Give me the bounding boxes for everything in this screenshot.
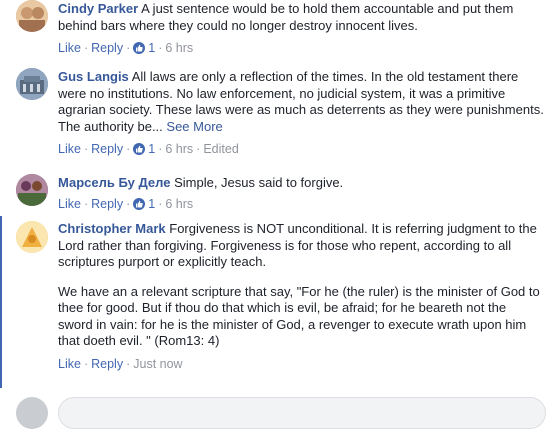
comment-actions: Like · Reply · 1 · 6 hrs · Edited bbox=[58, 142, 239, 156]
reply-button[interactable]: Reply bbox=[91, 41, 123, 55]
like-count-icon[interactable] bbox=[133, 197, 146, 210]
reply-input[interactable] bbox=[58, 397, 546, 429]
comment-time[interactable]: 6 hrs bbox=[165, 142, 193, 156]
reply-button[interactable]: Reply bbox=[91, 142, 123, 156]
comment-author[interactable]: Christopher Mark bbox=[58, 221, 166, 236]
like-button[interactable]: Like bbox=[58, 197, 81, 211]
like-button[interactable]: Like bbox=[58, 142, 81, 156]
avatar[interactable] bbox=[16, 174, 48, 206]
reply-avatar bbox=[16, 397, 48, 429]
avatar[interactable] bbox=[16, 221, 48, 253]
comment-text: Simple, Jesus said to forgive. bbox=[174, 175, 344, 190]
comment-actions: Like · Reply · 1 · 6 hrs bbox=[58, 41, 194, 55]
comment-author[interactable]: Gus Langis bbox=[58, 69, 129, 84]
like-count-icon[interactable] bbox=[133, 143, 146, 155]
comment-text: All laws are only a reflection of the ti… bbox=[58, 69, 544, 134]
see-more-link[interactable]: See More bbox=[166, 119, 222, 134]
comment-author[interactable]: Марсель Бу Деле bbox=[58, 175, 170, 190]
edited-label[interactable]: Edited bbox=[203, 142, 238, 156]
like-button[interactable]: Like bbox=[58, 357, 81, 371]
like-count-icon[interactable] bbox=[133, 42, 146, 54]
comment-actions: Like · Reply · Just now bbox=[58, 356, 183, 371]
avatar[interactable] bbox=[16, 68, 48, 100]
comment-time[interactable]: 6 hrs bbox=[165, 41, 193, 55]
reply-button[interactable]: Reply bbox=[91, 357, 123, 371]
avatar[interactable] bbox=[16, 0, 48, 32]
comment-author[interactable]: Cindy Parker bbox=[58, 1, 138, 16]
new-comment-indicator bbox=[0, 216, 2, 388]
like-button[interactable]: Like bbox=[58, 41, 81, 55]
comment-text-paragraph: We have an a relevant scripture that say… bbox=[58, 283, 540, 349]
comment-time[interactable]: Just now bbox=[133, 357, 182, 371]
comment-time[interactable]: 6 hrs bbox=[165, 197, 193, 211]
reply-button[interactable]: Reply bbox=[91, 197, 123, 211]
comment-actions: Like · Reply · 1 · 6 hrs bbox=[58, 196, 194, 211]
